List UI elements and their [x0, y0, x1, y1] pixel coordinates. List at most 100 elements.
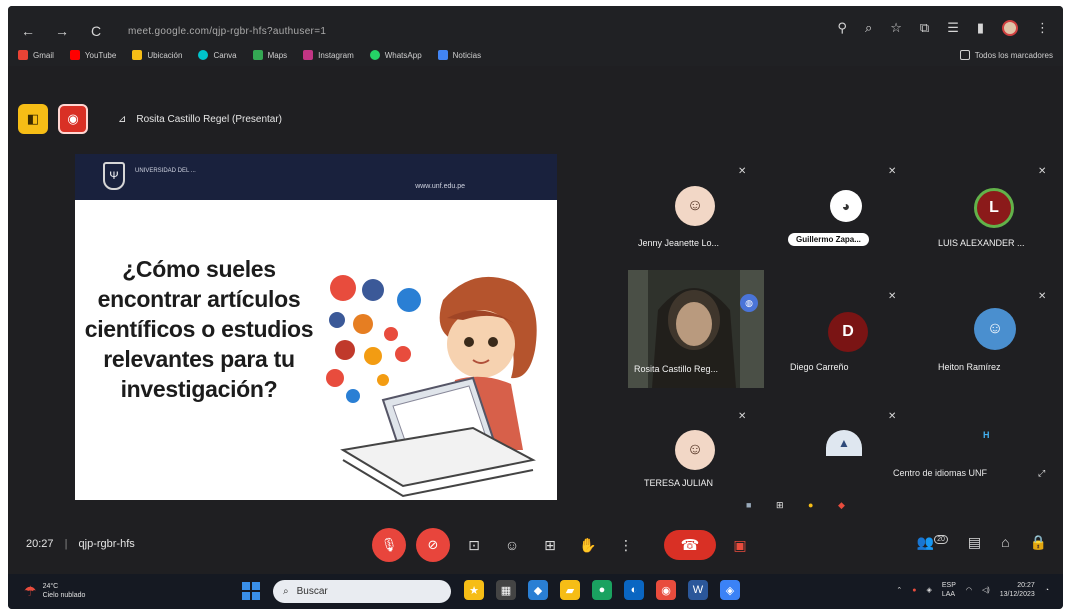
reactions-button[interactable]: ☺: [498, 528, 526, 562]
volume-icon[interactable]: ◁): [982, 586, 990, 594]
app-icon[interactable]: ▦: [496, 580, 516, 600]
reload-button[interactable]: C: [86, 23, 106, 39]
record-icon: ▣: [733, 536, 747, 553]
participant-avatar: L: [974, 188, 1014, 228]
app-icon[interactable]: ●: [592, 580, 612, 600]
expand-icon[interactable]: ⤢: [1038, 468, 1045, 479]
back-button[interactable]: ←: [18, 23, 38, 39]
tray-app-icon[interactable]: ◈: [926, 586, 931, 594]
temperature: 24°C: [42, 583, 59, 590]
bookmark-youtube[interactable]: YouTube: [69, 50, 116, 60]
system-tray: ⌃ ● ◈ ESP LAA ◠ ◁) 20:27 13/12/2023 ◔: [896, 581, 1049, 599]
address-bar[interactable]: meet.google.com/qjp-rgbr-hfs?authuser=1: [128, 26, 326, 37]
windows-taskbar: ☂ 24°C Cielo nublado ⌕ Buscar ★ ▦ ◆ ▰ ● …: [8, 574, 1063, 609]
zoom-icon[interactable]: ⌕: [865, 20, 872, 36]
whatsapp-icon: [369, 50, 380, 60]
lock-icon: 🔒: [1029, 534, 1047, 550]
search-icon: ⌕: [283, 586, 289, 597]
search-placeholder: Buscar: [296, 586, 328, 597]
app-icon: ■: [746, 500, 752, 510]
more-options-button[interactable]: ⋮: [612, 528, 640, 562]
mic-toggle-button[interactable]: 🎙: [372, 528, 406, 562]
sidepanel-icon[interactable]: ▮: [977, 20, 984, 36]
canva-icon: [198, 50, 209, 60]
meeting-code: qjp-rgbr-hfs: [78, 538, 135, 550]
app-icon[interactable]: ◈: [720, 580, 740, 600]
bookmark-noticias[interactable]: Noticias: [437, 50, 481, 60]
chevron-up-icon[interactable]: ⌃: [896, 586, 902, 594]
small-tile-label: H: [983, 430, 990, 440]
profile-avatar[interactable]: [1002, 20, 1018, 36]
bookmark-maps[interactable]: Maps: [252, 50, 287, 60]
people-button[interactable]: 👥 20: [917, 534, 948, 551]
instagram-icon: [303, 50, 314, 60]
maps-icon: [252, 50, 263, 60]
app-icon: ●: [808, 500, 814, 510]
separator: |: [64, 538, 68, 550]
right-controls: 👥 20 ▤ ⌂ 🔒: [917, 534, 1047, 551]
taskbar-clock[interactable]: 20:27 13/12/2023: [1000, 581, 1035, 599]
word-icon[interactable]: W: [688, 580, 708, 600]
notifications-icon[interactable]: ◔: [1045, 587, 1049, 594]
app-icon[interactable]: ◆: [528, 580, 548, 600]
taskbar-search[interactable]: ⌕ Buscar: [273, 580, 451, 603]
recording-button[interactable]: ◉: [58, 104, 88, 134]
weather-widget[interactable]: ☂ 24°C Cielo nublado: [24, 582, 85, 600]
meeting-info: 20:27 | qjp-rgbr-hfs: [26, 538, 135, 550]
bookmark-gmail[interactable]: Gmail: [18, 50, 54, 60]
start-button[interactable]: [242, 582, 260, 600]
hand-icon: ✋: [579, 536, 597, 553]
participant-name: Heiton Ramírez: [938, 362, 1001, 372]
end-call-button[interactable]: ☎: [664, 530, 716, 560]
more-vertical-icon: ⋮: [619, 536, 633, 553]
shapes-icon: ⌂: [1001, 534, 1010, 550]
tab-search-icon[interactable]: ☰: [947, 20, 959, 36]
edge-icon[interactable]: ◐: [624, 580, 644, 600]
record-indicator-button[interactable]: ▣: [726, 528, 754, 562]
bookmark-star-icon[interactable]: ☆: [890, 20, 902, 36]
participant-video-tile: ◍ Rosita Castillo Reg...: [628, 270, 764, 388]
nav-row: ← → C meet.google.com/qjp-rgbr-hfs?authu…: [18, 20, 326, 42]
wifi-icon[interactable]: ◠: [966, 586, 972, 594]
camera-toggle-button[interactable]: ⊘: [416, 528, 450, 562]
meet-header: ◧ ◉ ⊿ Rosita Castillo Regel (Presentar): [18, 104, 282, 134]
participant-name: Guillermo Zapa...: [788, 233, 869, 246]
host-controls-button[interactable]: 🔒: [1030, 534, 1047, 551]
participant-avatar: ☺: [675, 186, 715, 226]
emoji-icon: ☺: [504, 537, 520, 553]
present-screen-icon: ⊿: [118, 113, 127, 125]
extensions-icon[interactable]: ⧉: [920, 20, 929, 36]
university-logo-icon: Ψ: [103, 162, 125, 190]
forward-button[interactable]: →: [52, 23, 72, 39]
captions-button[interactable]: ⊡: [460, 528, 488, 562]
presented-slide: Ψ UNIVERSIDAD DEL ... www.unf.edu.pe ¿Có…: [75, 154, 557, 500]
speaking-indicator-icon: ◍: [740, 294, 758, 312]
tray-app-icon[interactable]: ●: [912, 587, 916, 594]
bookmark-ubicacion[interactable]: Ubicación: [132, 50, 182, 60]
present-button[interactable]: ⊞: [536, 528, 564, 562]
app-icon[interactable]: ★: [464, 580, 484, 600]
mic-off-icon: ✕: [1038, 291, 1047, 302]
file-explorer-icon[interactable]: ▰: [560, 580, 580, 600]
people-icon: 👥: [916, 534, 935, 550]
bookmark-canva[interactable]: Canva: [198, 50, 237, 60]
stop-presenting-button[interactable]: ◧: [18, 104, 48, 134]
raise-hand-button[interactable]: ✋: [574, 528, 602, 562]
bookmark-whatsapp[interactable]: WhatsApp: [369, 50, 422, 60]
participant-avatar: ☺: [974, 308, 1016, 350]
slide-logo-text: UNIVERSIDAD DEL ...: [135, 168, 196, 174]
present-icon: ⊞: [544, 536, 556, 553]
presenter-label: Rosita Castillo Regel (Presentar): [136, 113, 283, 125]
bookmark-instagram[interactable]: Instagram: [303, 50, 354, 60]
chrome-icon[interactable]: ◉: [656, 580, 676, 600]
meeting-controls: 20:27 | qjp-rgbr-hfs 🎙 ⊘ ⊡ ☺ ⊞ ✋ ⋮ ☎ ▣ 👥…: [8, 528, 1063, 568]
language-indicator[interactable]: ESP LAA: [942, 581, 956, 599]
chat-button[interactable]: ▤: [968, 534, 981, 551]
all-bookmarks[interactable]: Todos los marcadores: [959, 50, 1053, 60]
girl-laptop-illustration: [326, 275, 537, 498]
mic-indicator-icon[interactable]: ⚲: [837, 20, 847, 36]
activities-button[interactable]: ⌂: [1001, 534, 1009, 551]
participant-name: Diego Carreño: [790, 362, 849, 372]
menu-icon[interactable]: ⋮: [1036, 20, 1049, 36]
participant-avatar: ◕: [830, 190, 862, 222]
